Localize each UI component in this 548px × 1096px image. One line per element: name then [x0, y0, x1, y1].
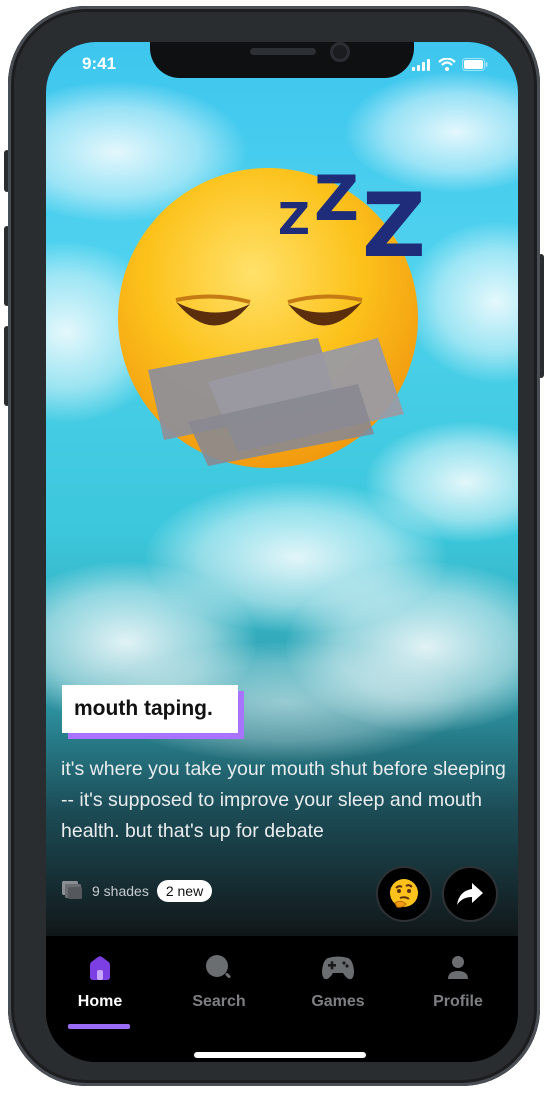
bottom-nav: Home Search Games Profile	[46, 936, 518, 1062]
cellular-signal-icon	[412, 58, 430, 71]
zzz-sleep-icon: Z Z Z	[278, 162, 426, 277]
notch	[150, 42, 414, 78]
home-indicator[interactable]	[194, 1052, 366, 1058]
share-button[interactable]	[442, 866, 498, 922]
nav-label-home: Home	[77, 993, 123, 1010]
screen: Z Z Z 9:41 mouth taping. it's where you …	[46, 42, 518, 1062]
gamepad-icon	[322, 956, 354, 980]
battery-icon	[462, 58, 488, 71]
shades-count: 9 shades	[92, 883, 149, 899]
phone-frame: Z Z Z 9:41 mouth taping. it's where you …	[8, 6, 540, 1086]
active-tab-indicator	[68, 1024, 130, 1029]
search-icon	[206, 955, 231, 979]
share-arrow-icon	[457, 883, 483, 905]
home-icon	[90, 956, 110, 980]
card-title-tag: mouth taping.	[62, 685, 244, 739]
status-icons	[412, 58, 488, 71]
nav-item-games[interactable]: Games	[288, 950, 388, 1011]
shades-stack-icon	[62, 881, 82, 899]
speaker-grille	[250, 48, 316, 55]
thinking-face-icon	[390, 879, 418, 908]
card-title: mouth taping.	[62, 685, 238, 733]
nav-item-search[interactable]: Search	[169, 950, 269, 1011]
nav-label-profile: Profile	[433, 993, 483, 1010]
nav-label-search: Search	[192, 993, 246, 1010]
new-badge[interactable]: 2 new	[156, 880, 213, 902]
nav-label-games: Games	[311, 993, 365, 1010]
front-camera	[330, 42, 350, 62]
card-description: it's where you take your mouth shut befo…	[61, 758, 506, 842]
nav-item-home[interactable]: Home	[50, 950, 150, 1011]
nav-item-profile[interactable]: Profile	[408, 950, 508, 1011]
card-meta: 9 shades 2 new	[62, 880, 213, 902]
wifi-icon	[438, 58, 456, 71]
status-time: 9:41	[82, 54, 117, 73]
thinking-reaction-button[interactable]	[376, 866, 432, 922]
profile-icon	[448, 956, 468, 979]
